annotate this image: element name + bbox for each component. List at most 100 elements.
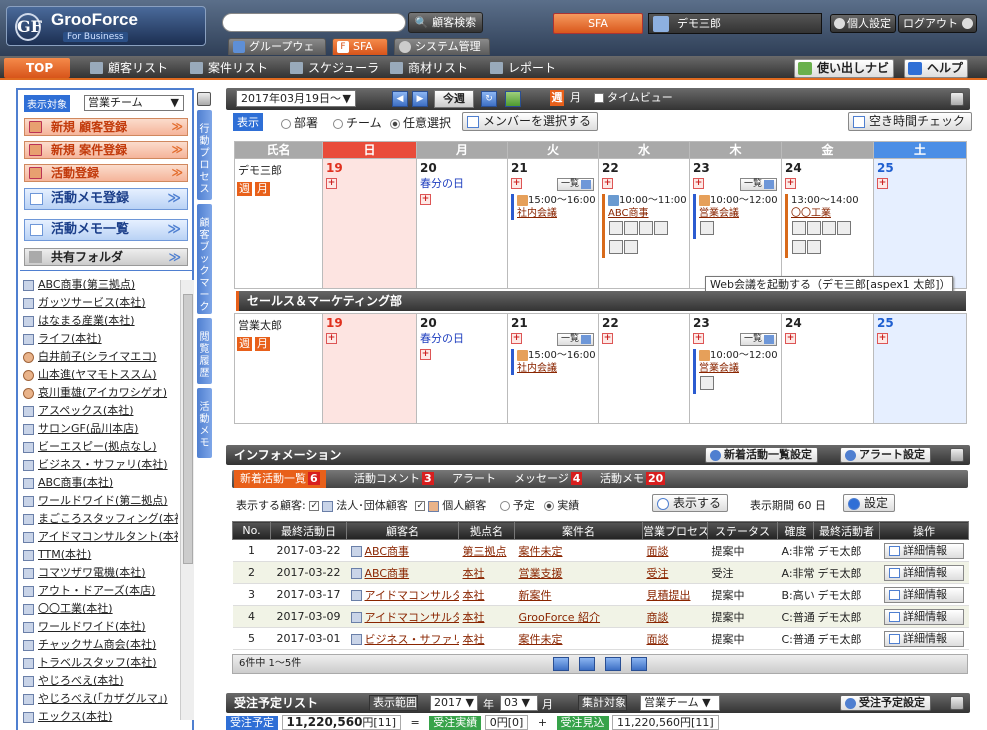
customer-link[interactable]: コマツザワ電機(本社) [22,564,178,582]
new-memo-button[interactable]: 活動メモ登録 ≫ [24,188,188,210]
period-settings-button[interactable]: 設定 [843,494,896,512]
customer-link[interactable]: ABC商事(本社) [22,474,178,492]
shared-folder-button[interactable]: 共有フォルダ ≫ [24,248,188,266]
timeview-toggle[interactable]: タイムビュー [594,90,673,106]
customer-link[interactable]: 白井前子(シライマエコ) [22,348,178,366]
column-header[interactable]: 確度 [777,521,814,540]
new-activity-settings-button[interactable]: 新着活動一覧設定 [705,447,818,463]
nav-customer-list[interactable]: 顧客リスト [88,58,168,78]
tab-new-activity[interactable]: 新着活動一覧 6 [234,470,326,488]
add-event-button[interactable]: + [420,349,431,360]
column-header[interactable]: 最終活動者 [813,521,880,540]
scroll-thumb[interactable] [183,294,193,564]
refresh-button[interactable]: ↻ [481,91,497,107]
radio[interactable] [281,118,291,129]
member-month-button[interactable]: 月 [255,182,270,196]
cell-text[interactable]: アイドマコンサルタント [365,589,459,602]
customer-link[interactable]: ワールドワイド(第二拠点) [22,492,178,510]
nav-report[interactable]: レポート [488,58,556,78]
vtab-memo[interactable]: 活動メモ [197,388,212,458]
event[interactable]: 10:00～12:00 営業会議 [693,194,779,239]
tab-sfa[interactable]: F SFA [332,38,388,55]
event[interactable]: 10:00～11:00 ABC商事 [602,194,687,258]
customer-link[interactable]: サロンGF(品川本店) [22,420,178,438]
tab-activity-memo[interactable]: 活動メモ 20 [594,470,671,488]
column-header[interactable]: 営業プロセス [642,521,708,540]
order-settings-button[interactable]: 受注予定設定 [840,695,931,711]
year-select[interactable]: 2017 ▼ [430,695,478,711]
event[interactable]: 13:00～14:00 〇〇工業 [785,194,871,258]
new-activity-button[interactable]: 活動登録 ≫ [24,164,188,182]
list-button[interactable]: 一覧 [739,333,777,346]
web-meeting-icon[interactable] [700,221,714,235]
first-page-button[interactable] [553,657,569,671]
tab-groupware[interactable]: グループウェア [228,38,326,69]
customer-link[interactable]: 山本進(ヤマモトススム) [22,366,178,384]
cell-text[interactable]: 案件未定 [519,545,563,558]
cell-text[interactable]: 受注 [647,567,669,580]
vtab-history[interactable]: 閲覧履歴 [197,318,212,384]
week-view-button[interactable]: 週 [550,90,564,106]
detail-button[interactable]: 詳細情報 [884,586,964,603]
customer-link[interactable]: チャックサム商会(本社) [22,636,178,654]
person-icon[interactable] [639,221,653,235]
event-title[interactable]: 〇〇工業 [791,208,831,219]
web-icon[interactable] [837,221,851,235]
select-member-button[interactable]: メンバーを選択する [462,112,599,131]
new-deal-button[interactable]: 新規 案件登録 ≫ [24,141,188,159]
cell-text[interactable]: 見積提出 [647,589,691,602]
cell-text[interactable]: 面談 [647,545,669,558]
tab-message[interactable]: メッセージ 4 [508,470,588,488]
detail-button[interactable]: 詳細情報 [884,630,964,647]
actual-radio[interactable] [544,501,555,511]
column-header[interactable]: ステータス [707,521,778,540]
cell-text[interactable]: 商談 [647,611,669,624]
date-select[interactable]: 2017年03月19日～ ▼ [236,90,356,107]
opt-team[interactable]: チーム [333,114,382,131]
help-button[interactable]: ヘルプ [904,59,969,78]
web-icon[interactable] [654,221,668,235]
grid-icon[interactable] [624,240,638,254]
add-event-button[interactable]: + [420,194,431,205]
add-event-button[interactable]: + [693,333,704,344]
add-event-button[interactable]: + [326,178,337,189]
note-icon[interactable] [609,240,623,254]
add-event-button[interactable]: + [326,333,337,344]
list-button[interactable]: 一覧 [556,178,594,191]
column-header[interactable]: 最終活動日 [270,521,347,540]
next-page-button[interactable] [605,657,621,671]
guide-button[interactable]: 使い出しナビ [794,59,895,78]
opt-dept[interactable]: 部署 [281,114,318,131]
vtab-bookmark[interactable]: 顧客ブックマーク [197,204,212,314]
event-title[interactable]: 社内会議 [517,208,557,219]
add-event-button[interactable]: + [785,178,796,189]
member-month-button[interactable]: 月 [255,337,270,351]
add-event-button[interactable]: + [511,333,522,344]
this-week-button[interactable]: 今週 [434,90,474,108]
customer-link[interactable]: ガッツサービス(本社) [22,294,178,312]
customer-link[interactable]: 〇〇工業(本社) [22,600,178,618]
month-select[interactable]: 03 ▼ [500,695,538,711]
doc-icon[interactable] [807,221,821,235]
detail-button[interactable]: 詳細情報 [884,542,964,559]
left-scrollbar[interactable] [180,280,194,720]
month-view-button[interactable]: 月 [570,90,581,106]
customer-link[interactable]: ABC商事(第三拠点) [22,276,178,294]
cell-text[interactable]: アイドマコンサルタント [365,611,459,624]
show-button[interactable]: 表示する [652,494,729,512]
event-title[interactable]: 営業会議 [699,208,739,219]
nav-scheduler[interactable]: スケジューラ [288,58,379,78]
list-button[interactable]: 一覧 [739,178,777,191]
app-logo[interactable]: GF GrooForce For Business [6,6,206,46]
sfa-badge[interactable]: SFA [553,13,643,34]
cell-text[interactable]: 本社 [463,589,485,602]
event[interactable]: 10:00～12:00 営業会議 [693,349,779,394]
customer-link[interactable]: アスペックス(本社) [22,402,178,420]
search-input[interactable] [222,13,406,32]
customer-link[interactable]: はなまる産業(本社) [22,312,178,330]
column-header[interactable]: 操作 [879,521,969,540]
customer-link[interactable]: まごころスタッフィング(本社) [22,510,178,528]
prev-week-button[interactable]: ◀ [392,91,408,107]
new-customer-button[interactable]: 新規 顧客登録 ≫ [24,118,188,136]
customer-link[interactable]: TTM(本社) [22,546,178,564]
